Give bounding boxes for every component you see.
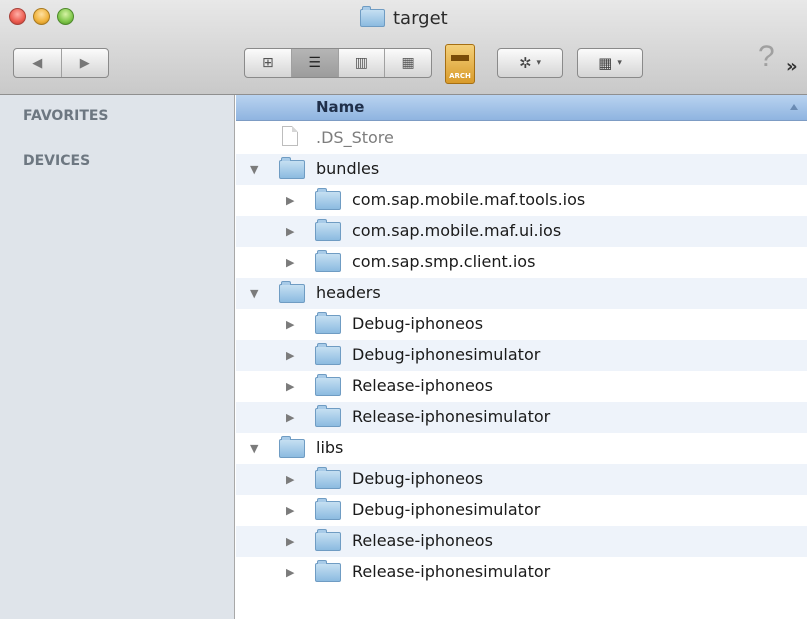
list-item[interactable]: ▶ Release-iphonesimulator bbox=[236, 402, 807, 433]
list-item-name: Release-iphonesimulator bbox=[352, 407, 551, 426]
folder-icon bbox=[315, 498, 341, 520]
list-item-name: Release-iphoneos bbox=[352, 531, 493, 550]
toolbar-overflow-icon[interactable]: » bbox=[786, 56, 798, 77]
list-item[interactable]: ▼ headers bbox=[236, 278, 807, 309]
folder-icon bbox=[315, 529, 341, 551]
list-item[interactable]: ▶ Debug-iphoneos bbox=[236, 309, 807, 340]
list-item[interactable]: ▼ bundles bbox=[236, 154, 807, 185]
disclosure-collapsed-icon[interactable]: ▶ bbox=[286, 535, 294, 548]
disclosure-collapsed-icon[interactable]: ▶ bbox=[286, 566, 294, 579]
folder-icon bbox=[315, 374, 341, 396]
disclosure-collapsed-icon[interactable]: ▶ bbox=[286, 318, 294, 331]
list-item[interactable]: ▶ com.sap.mobile.maf.ui.ios bbox=[236, 216, 807, 247]
disclosure-expanded-icon[interactable]: ▼ bbox=[250, 163, 258, 176]
list-item[interactable]: ▶ Release-iphoneos bbox=[236, 526, 807, 557]
list-item[interactable]: ▶ Debug-iphonesimulator bbox=[236, 340, 807, 371]
folder-icon bbox=[279, 157, 305, 179]
cover-flow-icon: ▦ bbox=[401, 55, 415, 71]
sidebar: FAVORITES DEVICES bbox=[0, 95, 235, 619]
forward-button[interactable]: ▶ bbox=[60, 49, 109, 77]
file-list: .DS_Store ▼ bundles ▶ com.sap.mobile.maf.too… bbox=[236, 123, 807, 588]
list-item[interactable]: ▼ libs bbox=[236, 433, 807, 464]
back-button[interactable]: ◀ bbox=[14, 49, 61, 77]
list-item-name: headers bbox=[316, 283, 381, 302]
list-view-icon: ☰ bbox=[308, 55, 321, 71]
list-item-name: Debug-iphonesimulator bbox=[352, 500, 541, 519]
list-item-name: Debug-iphoneos bbox=[352, 469, 484, 488]
list-item-name: com.sap.mobile.maf.ui.ios bbox=[352, 221, 562, 240]
disclosure-collapsed-icon[interactable]: ▶ bbox=[286, 473, 294, 486]
folder-icon bbox=[315, 250, 341, 272]
folder-icon bbox=[360, 6, 385, 27]
list-item-name: com.sap.mobile.maf.tools.ios bbox=[352, 190, 586, 209]
list-item[interactable]: ▶ Debug-iphoneos bbox=[236, 464, 807, 495]
disclosure-expanded-icon[interactable]: ▼ bbox=[250, 287, 258, 300]
sort-ascending-icon bbox=[790, 104, 798, 110]
list-item-name: Debug-iphoneos bbox=[352, 314, 484, 333]
archive-icon[interactable]: ARCH bbox=[445, 44, 475, 84]
folder-icon bbox=[315, 560, 341, 582]
view-mode-control: ⊞ ☰ ▥ ▦ bbox=[244, 48, 432, 78]
window-title: target bbox=[393, 7, 448, 29]
icon-view-button[interactable]: ⊞ bbox=[245, 49, 291, 77]
column-view-icon: ▥ bbox=[354, 55, 368, 71]
list-item-name: bundles bbox=[316, 159, 380, 178]
list-item-name: Release-iphonesimulator bbox=[352, 562, 551, 581]
disclosure-collapsed-icon[interactable]: ▶ bbox=[286, 225, 294, 238]
name-column-header[interactable]: Name bbox=[236, 95, 807, 121]
window-title-bar: target bbox=[360, 6, 448, 30]
arrange-menu-button[interactable]: ▦ ▾ bbox=[577, 48, 643, 78]
sidebar-heading-favorites[interactable]: FAVORITES bbox=[23, 108, 109, 124]
gear-icon: ✲ bbox=[518, 54, 532, 72]
list-item[interactable]: ▶ Release-iphoneos bbox=[236, 371, 807, 402]
list-item[interactable]: .DS_Store bbox=[236, 123, 807, 154]
minimize-window-button[interactable] bbox=[33, 8, 50, 25]
action-menu-button[interactable]: ✲ ▾ bbox=[497, 48, 563, 78]
folder-icon bbox=[279, 281, 305, 303]
disclosure-collapsed-icon[interactable]: ▶ bbox=[286, 380, 294, 393]
zoom-window-button[interactable] bbox=[57, 8, 74, 25]
list-view-button[interactable]: ☰ bbox=[290, 49, 338, 77]
list-item-name: com.sap.smp.client.ios bbox=[352, 252, 536, 271]
column-view-button[interactable]: ▥ bbox=[337, 49, 385, 77]
close-window-button[interactable] bbox=[9, 8, 26, 25]
cover-flow-button[interactable]: ▦ bbox=[384, 49, 431, 77]
folder-icon bbox=[315, 219, 341, 241]
disclosure-collapsed-icon[interactable]: ▶ bbox=[286, 411, 294, 424]
list-item-name: Release-iphoneos bbox=[352, 376, 493, 395]
icon-view-icon: ⊞ bbox=[262, 55, 274, 71]
back-forward-control: ◀ ▶ bbox=[13, 48, 109, 78]
column-label: Name bbox=[316, 98, 365, 116]
back-icon: ◀ bbox=[32, 55, 43, 71]
help-icon[interactable]: ? bbox=[758, 40, 775, 74]
disclosure-collapsed-icon[interactable]: ▶ bbox=[286, 349, 294, 362]
disclosure-collapsed-icon[interactable]: ▶ bbox=[286, 256, 294, 269]
folder-icon bbox=[315, 312, 341, 334]
archive-strip bbox=[451, 55, 469, 61]
folder-icon bbox=[315, 467, 341, 489]
document-icon bbox=[282, 126, 298, 146]
folder-icon bbox=[315, 188, 341, 210]
list-item[interactable]: ▶ com.sap.mobile.maf.tools.ios bbox=[236, 185, 807, 216]
sidebar-heading-devices[interactable]: DEVICES bbox=[23, 153, 90, 169]
list-item[interactable]: ▶ com.sap.smp.client.ios bbox=[236, 247, 807, 278]
list-item-name: Debug-iphonesimulator bbox=[352, 345, 541, 364]
chevron-down-icon: ▾ bbox=[536, 58, 542, 68]
arrange-icon: ▦ bbox=[598, 54, 613, 72]
list-item[interactable]: ▶ Release-iphonesimulator bbox=[236, 557, 807, 588]
disclosure-expanded-icon[interactable]: ▼ bbox=[250, 442, 258, 455]
chevron-down-icon: ▾ bbox=[617, 58, 622, 68]
list-item-name: libs bbox=[316, 438, 344, 457]
folder-icon bbox=[315, 343, 341, 365]
folder-icon bbox=[279, 436, 305, 458]
window-toolbar: target ◀ ▶ ⊞ ☰ ▥ ▦ ARCH ✲ ▾ ▦ ▾ ? » bbox=[0, 0, 807, 95]
disclosure-collapsed-icon[interactable]: ▶ bbox=[286, 194, 294, 207]
list-item[interactable]: ▶ Debug-iphonesimulator bbox=[236, 495, 807, 526]
disclosure-collapsed-icon[interactable]: ▶ bbox=[286, 504, 294, 517]
list-item-name: .DS_Store bbox=[316, 128, 394, 147]
archive-label: ARCH bbox=[449, 72, 471, 80]
forward-icon: ▶ bbox=[79, 55, 90, 71]
folder-icon bbox=[315, 405, 341, 427]
